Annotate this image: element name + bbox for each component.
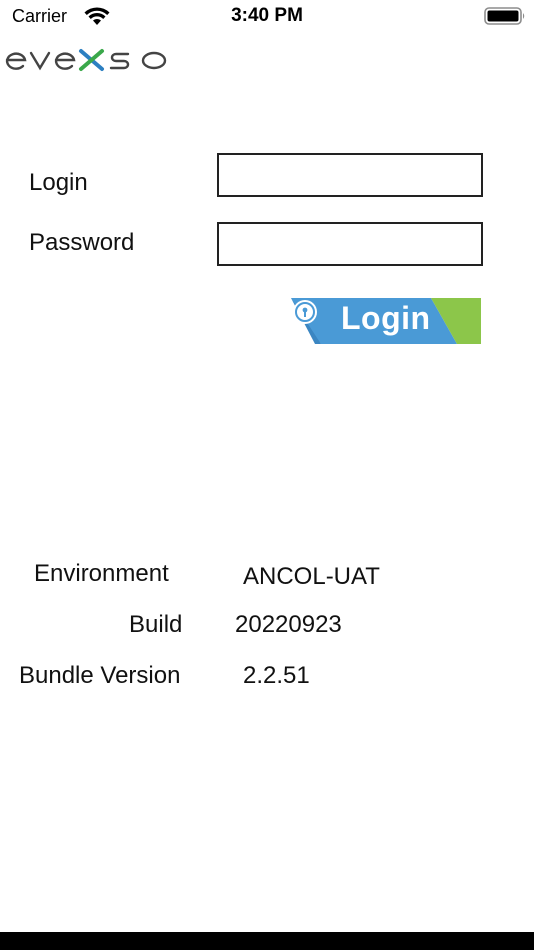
lock-icon [293, 300, 317, 324]
build-value: 20220923 [235, 611, 342, 638]
battery-icon [484, 7, 525, 25]
evexso-logo [5, 49, 167, 71]
password-label: Password [29, 229, 135, 256]
bundle-version-value: 2.2.51 [243, 662, 310, 689]
login-label: Login [29, 169, 88, 196]
build-label: Build [129, 611, 183, 638]
login-input[interactable] [217, 153, 483, 197]
bundle-version-label: Bundle Version [19, 662, 181, 689]
home-indicator-bar [0, 932, 534, 950]
environment-value: ANCOL-UAT [243, 563, 380, 590]
clock: 3:40 PM [231, 5, 303, 26]
login-button-label: Login [341, 300, 431, 336]
login-button[interactable]: Login [291, 298, 481, 344]
environment-label: Environment [34, 560, 169, 587]
status-bar: Carrier 3:40 PM [0, 0, 534, 34]
password-input[interactable] [217, 222, 483, 266]
